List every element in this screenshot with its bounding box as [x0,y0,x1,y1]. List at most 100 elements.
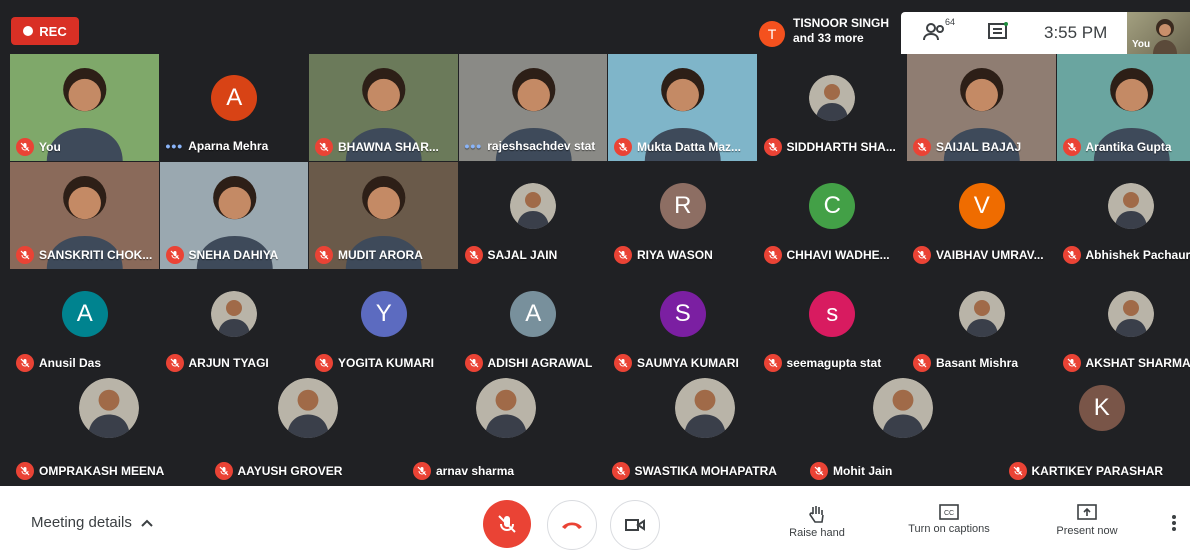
mic-muted-icon [810,462,828,480]
active-speaker-indicator[interactable]: T TISNOOR SINGH and 33 more [753,16,899,52]
participant-name: ARJUN TYAGI [189,356,269,370]
present-now-button[interactable]: Present now [1037,504,1137,537]
participant-tile[interactable]: AADISHI AGRAWAL [459,270,608,377]
mic-muted-icon [315,354,333,372]
participant-tile[interactable]: Mukta Datta Maz... [608,54,757,161]
participant-photo [959,291,1005,337]
participant-tile[interactable]: SIDDHARTH SHA... [758,54,907,161]
participant-tile[interactable]: KKARTIKEY PARASHAR [1003,378,1190,485]
participant-name-tag: ADISHI AGRAWAL [465,354,593,372]
participant-name: Basant Mishra [936,356,1018,370]
recording-indicator: REC [11,17,79,45]
participant-tile[interactable]: arnav sharma [407,378,605,485]
closed-captions-icon: CC [939,504,959,520]
chat-button[interactable] [987,21,1009,48]
meeting-stage: REC T TISNOOR SINGH and 33 more 64 3:55 … [0,0,1190,486]
participant-tile[interactable]: SWASTIKA MOHAPATRA [606,378,804,485]
mic-muted-icon [465,246,483,264]
participant-tile[interactable]: ••• rajeshsachdev stat [459,54,608,161]
participant-name-tag: Arantika Gupta [1063,138,1172,156]
raise-hand-button[interactable]: Raise hand [767,504,867,539]
captions-label: Turn on captions [908,523,990,535]
participant-tile[interactable]: A•••Aparna Mehra [160,54,309,161]
bottom-bar: Meeting details Raise hand CC Turn on ca… [0,486,1190,543]
chat-icon [987,21,1009,43]
participant-tile[interactable]: AAnusil Das [10,270,159,377]
mic-muted-icon [614,138,632,156]
captions-button[interactable]: CC Turn on captions [899,504,999,535]
participant-name: SWASTIKA MOHAPATRA [635,464,777,478]
mic-off-icon [496,513,518,535]
participant-name-tag: SIDDHARTH SHA... [764,138,896,156]
participant-tile[interactable]: Mohit Jain [804,378,1002,485]
participant-tile[interactable]: YYOGITA KUMARI [309,270,458,377]
participant-name: ADISHI AGRAWAL [488,356,593,370]
participant-tile[interactable]: SSAUMYA KUMARI [608,270,757,377]
participant-name-tag: RIYA WASON [614,246,713,264]
mic-muted-icon [764,138,782,156]
participant-tile[interactable]: ARJUN TYAGI [160,270,309,377]
mic-muted-icon [215,462,233,480]
participant-tile[interactable]: CCHHAVI WADHE... [758,162,907,269]
participant-tile[interactable]: sseemagupta stat [758,270,907,377]
participant-avatar: A [211,75,257,121]
participant-name-tag: SAIJAL BAJAJ [913,138,1021,156]
present-icon [1077,504,1097,522]
participant-name: Aparna Mehra [188,139,268,153]
participant-tile[interactable]: SAIJAL BAJAJ [907,54,1056,161]
participant-tile[interactable]: Abhishek Pachauri [1057,162,1190,269]
participant-tile[interactable]: SNEHA DAHIYA [160,162,309,269]
participant-tile[interactable]: R RIYA WASON [608,162,757,269]
participant-name-tag: SNEHA DAHIYA [166,246,279,264]
participant-name-tag: SANSKRITI CHOK... [16,246,152,264]
more-options-button[interactable] [1171,514,1177,537]
mic-muted-icon [166,246,184,264]
participant-name-tag: OMPRAKASH MEENA [16,462,164,480]
participant-name: Abhishek Pachauri [1086,248,1190,262]
meeting-details-button[interactable]: Meeting details [31,514,154,531]
participant-photo [278,378,338,438]
mic-muted-icon [764,354,782,372]
participant-name-tag: Basant Mishra [913,354,1018,372]
participant-name: Arantika Gupta [1086,140,1172,154]
self-view-thumbnail[interactable]: You [1127,12,1190,54]
participant-tile[interactable]: AAYUSH GROVER [209,378,407,485]
mic-muted-icon [315,138,333,156]
participant-name: OMPRAKASH MEENA [39,464,164,478]
participant-tile[interactable]: VVAIBHAV UMRAV... [907,162,1056,269]
header-panel: 64 3:55 PM [901,12,1127,54]
participant-tile[interactable]: MUDIT ARORA [309,162,458,269]
participant-tile[interactable]: AKSHAT SHARMA [1057,270,1190,377]
present-label: Present now [1056,525,1117,537]
participant-name-tag: arnav sharma [413,462,514,480]
participant-name: AAYUSH GROVER [238,464,343,478]
speaker-avatar: T [759,21,785,47]
speaking-indicator-icon: ••• [465,138,483,154]
participant-name-tag: Mukta Datta Maz... [614,138,741,156]
participant-tile[interactable]: You [10,54,159,161]
participant-name: rajeshsachdev stat [487,139,595,153]
participant-tile[interactable]: SANSKRITI CHOK... [10,162,159,269]
mic-muted-icon [16,462,34,480]
participant-tile[interactable]: SAJAL JAIN [459,162,608,269]
participant-name-tag: SWASTIKA MOHAPATRA [612,462,777,480]
participant-avatar: S [660,291,706,337]
mic-toggle-button[interactable] [483,500,531,548]
participant-tile[interactable]: BHAWNA SHAR... [309,54,458,161]
participant-name: SAJAL JAIN [488,248,558,262]
participant-tile[interactable]: Basant Mishra [907,270,1056,377]
participants-button[interactable]: 64 [923,21,949,48]
mic-muted-icon [16,138,34,156]
participant-name: arnav sharma [436,464,514,478]
participant-tile[interactable]: OMPRAKASH MEENA [10,378,208,485]
participant-name-tag: ••• rajeshsachdev stat [465,138,596,154]
chevron-up-icon [140,518,154,528]
mic-muted-icon [614,354,632,372]
clock: 3:55 PM [1044,23,1107,43]
participant-avatar: R [660,183,706,229]
participant-tile[interactable]: Arantika Gupta [1057,54,1190,161]
mic-muted-icon [1063,246,1081,264]
participant-photo [1108,183,1154,229]
participant-name-tag: YOGITA KUMARI [315,354,434,372]
participant-name-tag: seemagupta stat [764,354,882,372]
